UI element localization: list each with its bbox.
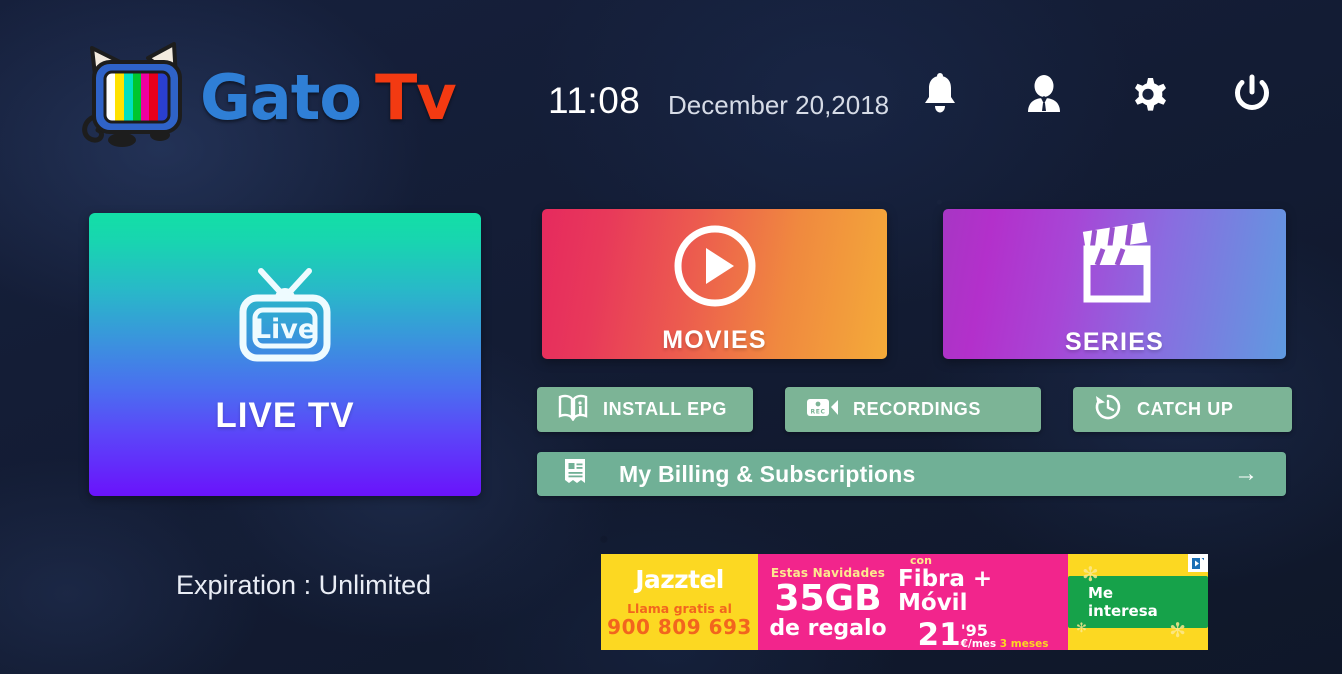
ad-phone-number: 900 809 693 xyxy=(607,615,752,640)
advertisement-banner[interactable]: Jazztel Llama gratis al 900 809 693 Esta… xyxy=(601,554,1208,650)
bell-icon[interactable] xyxy=(918,72,962,116)
chevron-right-icon: → xyxy=(1234,460,1258,487)
recordings-label: RECORDINGS xyxy=(853,399,982,419)
billing-label: My Billing & Subscriptions xyxy=(619,460,916,487)
movies-card[interactable]: MOVIES xyxy=(542,209,887,359)
logo-gato-text: Gato xyxy=(200,60,362,134)
catch-up-button[interactable]: CATCH UP xyxy=(1073,387,1292,432)
ad-price-value: 21 xyxy=(917,616,961,650)
power-icon[interactable] xyxy=(1230,72,1274,116)
ad-gift-text: de regalo xyxy=(769,616,887,641)
user-icon[interactable] xyxy=(1022,72,1066,116)
billing-subscriptions-button[interactable]: My Billing & Subscriptions → xyxy=(537,452,1286,496)
series-label: SERIES xyxy=(1065,328,1164,356)
clapperboard-icon xyxy=(1067,219,1163,316)
install-epg-label: INSTALL EPG xyxy=(603,399,727,419)
ad-con-text: con xyxy=(910,554,932,567)
expiration-status: Expiration : Unlimited xyxy=(176,570,432,600)
header-icon-group xyxy=(918,72,1274,116)
video-rec-icon: REC xyxy=(805,394,839,425)
ad-price-panel: con Fibra + Móvil 21 '95 €/mes 3 meses xyxy=(898,554,1068,650)
gear-icon[interactable] xyxy=(1126,72,1170,116)
app-logo[interactable]: Gato Tv xyxy=(78,42,457,152)
ad-cta-panel: ✻ ✻ ✻ Me interesa xyxy=(1068,554,1208,650)
tv-live-icon: Live xyxy=(231,265,339,370)
adchoices-icon[interactable] xyxy=(1188,554,1208,572)
series-card[interactable]: SERIES xyxy=(943,209,1286,359)
header-bar: Gato Tv 11:08 December 20,2018 xyxy=(0,0,1342,180)
logo-tv-text: Tv xyxy=(374,60,457,134)
recordings-button[interactable]: REC RECORDINGS xyxy=(785,387,1041,432)
book-info-icon xyxy=(557,393,589,426)
home-screen: Gato Tv 11:08 December 20,2018 Live LIVE… xyxy=(0,0,1342,674)
clock-time: 11:08 xyxy=(548,80,641,121)
install-epg-button[interactable]: INSTALL EPG xyxy=(537,387,753,432)
current-date: December 20,2018 xyxy=(668,90,890,120)
ad-brand-name: Jazztel xyxy=(635,564,724,594)
clock-rewind-icon xyxy=(1093,392,1123,427)
ad-per-month: €/mes 3 meses xyxy=(961,638,1049,650)
logo-wordmark: Gato Tv xyxy=(200,60,457,134)
flower-icon: ✻ xyxy=(1169,618,1186,642)
live-tv-label: LIVE TV xyxy=(215,396,355,435)
ad-brand-panel: Jazztel Llama gratis al 900 809 693 xyxy=(601,554,758,650)
receipt-icon xyxy=(559,455,593,494)
flower-icon: ✻ xyxy=(1076,621,1087,636)
ad-call-text: Llama gratis al xyxy=(627,600,732,616)
live-tv-card[interactable]: Live LIVE TV xyxy=(89,213,481,496)
flower-icon: ✻ xyxy=(1082,562,1099,586)
movies-label: MOVIES xyxy=(662,326,767,354)
ad-data-amount: 35GB xyxy=(774,578,882,619)
ad-months-label: 3 meses xyxy=(999,637,1049,650)
ad-per-month-label: €/mes xyxy=(960,637,997,650)
ad-offer-panel: Estas Navidades 35GB de regalo xyxy=(758,554,898,650)
ad-product-name: Fibra + Móvil xyxy=(898,565,993,616)
svg-text:REC: REC xyxy=(811,409,826,416)
catch-up-label: CATCH UP xyxy=(1137,399,1234,419)
cat-tv-logo-icon xyxy=(78,42,196,152)
play-circle-icon xyxy=(672,223,758,314)
svg-text:Live: Live xyxy=(254,314,316,345)
ad-price-block: 21 '95 €/mes 3 meses xyxy=(917,616,1049,650)
quick-action-row: INSTALL EPG REC RECORDINGS CATCH UP xyxy=(537,387,1292,432)
